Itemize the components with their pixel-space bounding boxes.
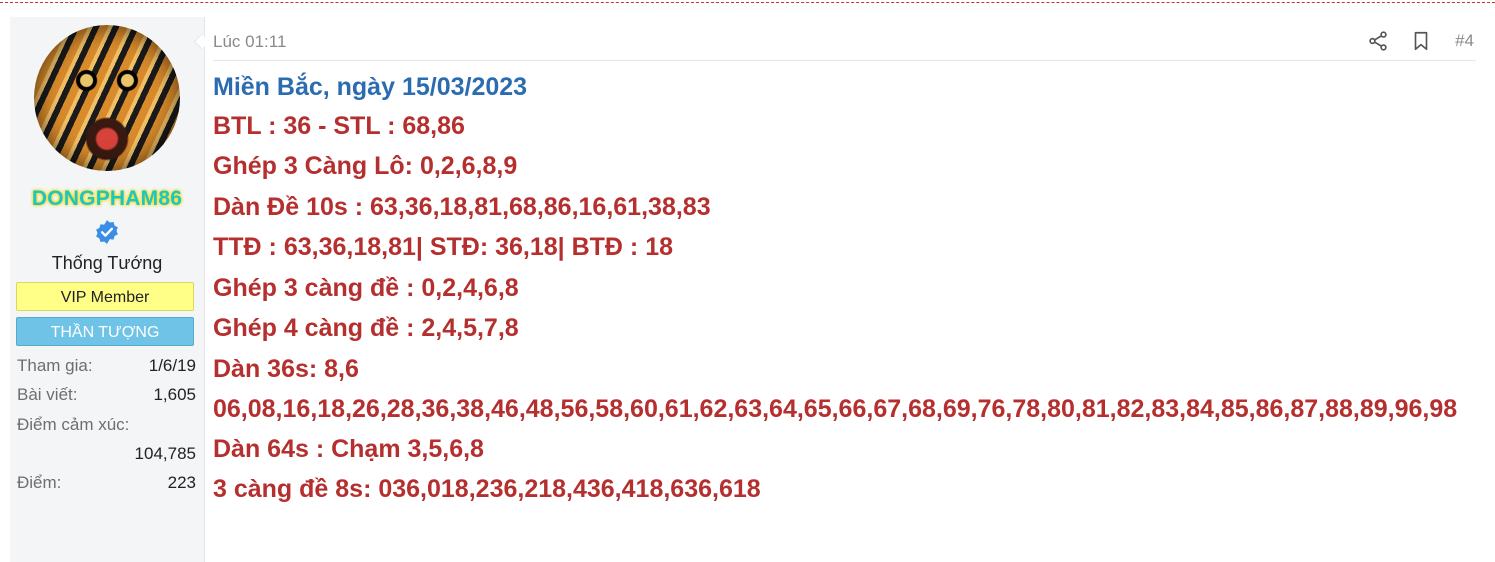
post-line: 3 càng đề 8s: 036,018,236,218,436,418,63… bbox=[213, 475, 761, 503]
stat-value[interactable]: 223 bbox=[168, 473, 196, 493]
stat-posts: Bài viết: 1,605 bbox=[17, 385, 196, 405]
username[interactable]: DONGPHAM86 bbox=[10, 187, 204, 211]
verified-badge-icon bbox=[96, 220, 118, 244]
idol-banner: THẦN TƯỢNG bbox=[16, 317, 194, 346]
stat-label: Tham gia: bbox=[17, 356, 93, 375]
avatar[interactable] bbox=[34, 25, 180, 171]
stat-value[interactable]: 1,605 bbox=[153, 385, 196, 405]
post-line: 06,08,16,18,26,28,36,38,46,48,56,58,60,6… bbox=[213, 395, 1458, 423]
post-heading: Miền Bắc, ngày 15/03/2023 bbox=[213, 73, 528, 101]
post-line: Ghép 3 Càng Lô: 0,2,6,8,9 bbox=[213, 152, 518, 180]
user-title: Thống Tướng bbox=[51, 253, 163, 273]
stat-points: Điểm: 223 bbox=[17, 473, 196, 493]
post-line: Ghép 4 càng đề : 2,4,5,7,8 bbox=[213, 314, 519, 342]
stat-reaction-score-label: Điểm cảm xúc: bbox=[17, 415, 196, 435]
post-content: Lúc 01:11 #4 Miền Bắc, ngày 15/03/2023 B… bbox=[213, 17, 1478, 557]
stat-value: 1/6/19 bbox=[148, 356, 196, 375]
stat-label[interactable]: Bài viết: bbox=[17, 385, 77, 404]
share-icon[interactable] bbox=[1367, 30, 1389, 52]
post-line: Ghép 3 càng đề : 0,2,4,6,8 bbox=[213, 274, 519, 302]
post-line: Dàn Đề 10s : 63,36,18,81,68,86,16,61,38,… bbox=[213, 193, 711, 221]
user-sidebar: DONGPHAM86 Thống Tướng VIP Member THẦN T… bbox=[10, 17, 205, 562]
vip-member-banner: VIP Member bbox=[16, 282, 194, 311]
post-header: Lúc 01:11 #4 bbox=[213, 17, 1476, 61]
post-line: Dàn 64s : Chạm 3,5,6,8 bbox=[213, 435, 484, 463]
post-time[interactable]: Lúc 01:11 bbox=[213, 32, 286, 52]
stat-joined: Tham gia: 1/6/19 bbox=[17, 356, 196, 376]
stat-value: 104,785 bbox=[134, 444, 196, 463]
post-body: Miền Bắc, ngày 15/03/2023 BTL : 36 - STL… bbox=[213, 69, 1478, 510]
post-line: Dàn 36s: 8,6 bbox=[213, 355, 359, 383]
post-line: TTĐ : 63,36,18,81| STĐ: 36,18| BTĐ : 18 bbox=[213, 233, 673, 261]
post-number[interactable]: #4 bbox=[1455, 31, 1474, 51]
post-line: BTL : 36 - STL : 68,86 bbox=[213, 112, 465, 140]
top-divider bbox=[0, 2, 1495, 3]
stat-label: Điểm cảm xúc: bbox=[17, 415, 130, 434]
bookmark-icon[interactable] bbox=[1410, 30, 1432, 52]
stat-label: Điểm: bbox=[17, 473, 62, 492]
